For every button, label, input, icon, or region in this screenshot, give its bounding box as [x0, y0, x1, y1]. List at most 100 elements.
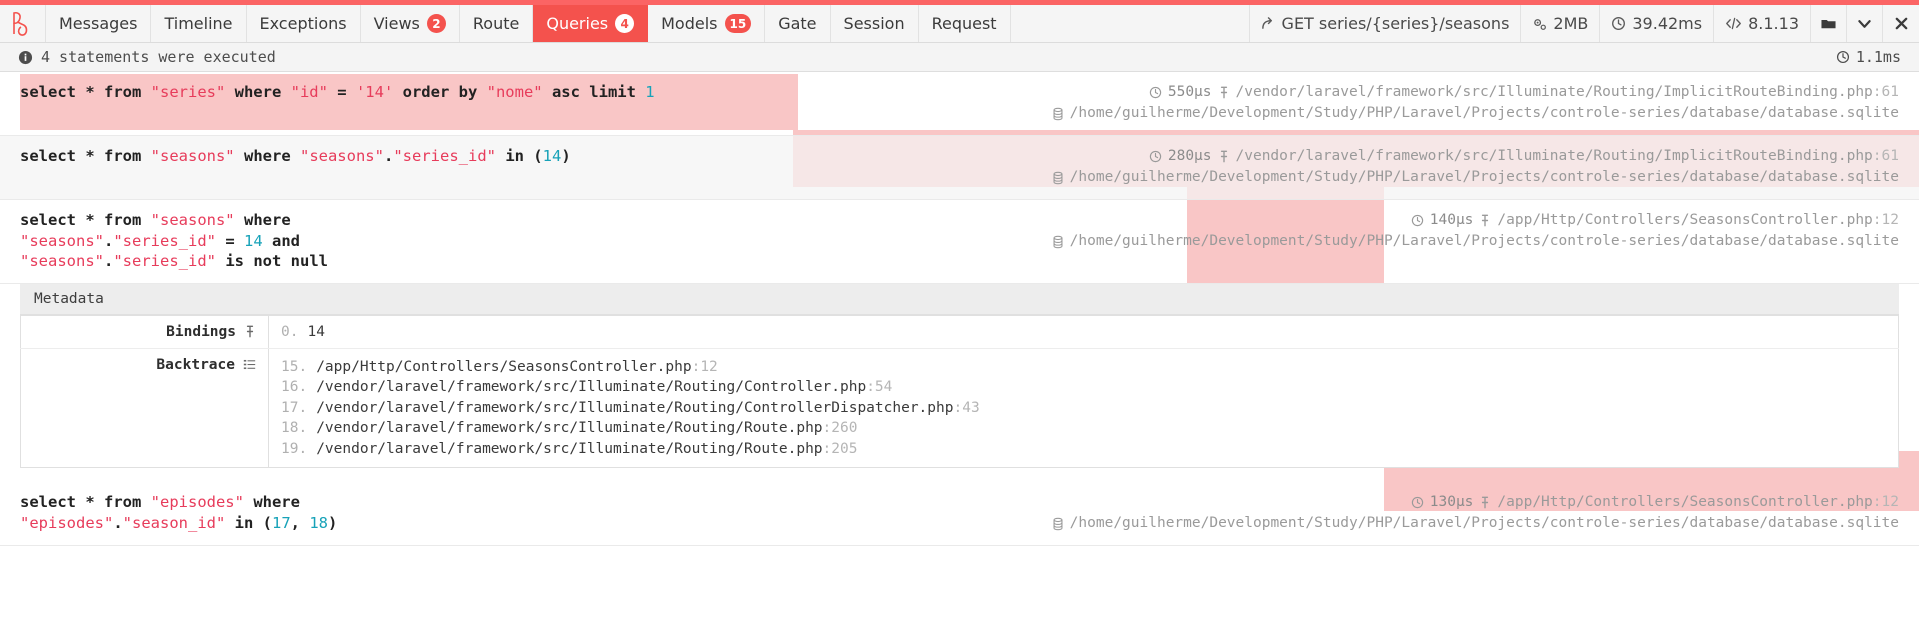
query-row-3[interactable]: select * from "seasons" where "seasons".… [0, 200, 1919, 284]
sql-token-kw: is not null [216, 252, 328, 270]
query-source-lineno: :12 [1872, 212, 1899, 228]
query-source-lineno: :61 [1872, 84, 1899, 100]
query-row-2[interactable]: select * from "seasons" where "seasons".… [0, 136, 1919, 200]
memory-label: 2MB [1553, 14, 1589, 33]
bindings-label: Bindings [166, 323, 236, 340]
close-icon[interactable] [1883, 5, 1919, 42]
sql-token-ident: "series" [150, 83, 226, 101]
backtrace-item[interactable]: 18. /vendor/laravel/framework/src/Illumin… [281, 418, 1886, 439]
sql-token-kw: ) [561, 147, 571, 165]
query-sql: select * from "seasons" where "seasons".… [20, 146, 571, 188]
sql-token-kw: in ( [225, 513, 272, 532]
route-label: GET series/{series}/seasons [1281, 14, 1510, 33]
sql-token-kw: select * from [20, 211, 151, 229]
sql-token-kw: where [253, 493, 300, 511]
sql-token-kw: select * from [20, 493, 151, 511]
query-source-path: /vendor/laravel/framework/src/Illuminate… [1235, 84, 1899, 100]
query-duration: 130µs [1429, 494, 1474, 510]
backtrace-path: /vendor/laravel/framework/src/Illuminate… [316, 399, 980, 416]
query-row-4[interactable]: select * from "episodes" where "episodes… [0, 482, 1919, 546]
tab-route[interactable]: Route [460, 5, 534, 42]
query-connection-path: /home/guilherme/Development/Study/PHP/La… [1069, 233, 1899, 249]
tab-session[interactable]: Session [831, 5, 919, 42]
binding-value: 14 [307, 323, 325, 340]
sql-token-kw: where [234, 147, 300, 165]
backtrace-item[interactable]: 16. /vendor/laravel/framework/src/Illumin… [281, 377, 1886, 398]
binding-item: 0. 14 [281, 324, 1886, 340]
query-source-path: /vendor/laravel/framework/src/Illuminate… [1235, 148, 1899, 164]
backtrace-lineno: :260 [822, 420, 858, 436]
sql-token-num: 1 [645, 83, 655, 101]
backtrace-item[interactable]: 19. /vendor/laravel/framework/src/Illumin… [281, 439, 1886, 460]
bindings-header: Bindings [20, 315, 269, 349]
sql-token-ident: "seasons" [150, 211, 235, 229]
sql-token-kw: asc limit [542, 83, 646, 101]
backtrace-path: /vendor/laravel/framework/src/Illuminate… [316, 379, 893, 395]
tab-request[interactable]: Request [919, 5, 1011, 42]
sql-token-kw: , [290, 513, 310, 532]
tab-label: Request [931, 14, 997, 33]
sql-token-punc: . [113, 513, 123, 532]
backtrace-lineno: :12 [691, 358, 718, 375]
pin-icon [1479, 214, 1491, 227]
sql-token-ident: "series_id" [113, 252, 216, 270]
query-connection-line[interactable]: /home/guilherme/Development/Study/PHP/La… [1052, 167, 1899, 188]
query-sql: select * from "episodes" where "episodes… [20, 492, 337, 534]
backtrace-lineno: :205 [822, 440, 858, 457]
sql-token-kw: order by [393, 83, 487, 101]
sql-token-ident: "seasons" [150, 147, 235, 165]
backtrace-label: Backtrace [156, 356, 235, 373]
backtrace-index: 16. [281, 379, 308, 395]
tab-views[interactable]: Views 2 [361, 5, 460, 42]
backtrace-index: 19. [281, 440, 308, 457]
backtrace-item[interactable]: 15. /app/Http/Controllers/SeasonsControll… [281, 357, 1886, 378]
query-row-1[interactable]: select * from "series" where "id" = '14'… [0, 72, 1919, 136]
query-connection-path: /home/guilherme/Development/Study/PHP/La… [1069, 169, 1899, 185]
pin-icon [244, 325, 256, 338]
header-php-version-info[interactable]: 8.1.13 [1714, 5, 1811, 42]
sql-token-kw: in ( [495, 147, 543, 165]
query-source-line[interactable]: 140µs/app/Http/Controllers/SeasonsContro… [1052, 210, 1899, 231]
header-memory-info[interactable]: 2MB [1521, 5, 1601, 42]
sql-token-punc: . [104, 231, 114, 250]
query-source-line[interactable]: 280µs/vendor/laravel/framework/src/Illum… [1052, 146, 1899, 167]
tab-models[interactable]: Models 15 [648, 5, 766, 42]
header-time-info[interactable]: 39.42ms [1600, 5, 1715, 42]
query-source-line[interactable]: 130µs/app/Http/Controllers/SeasonsContro… [1052, 492, 1899, 513]
sql-token-kw: ) [328, 513, 338, 532]
sql-token-ident: "seasons" [20, 231, 104, 250]
query-meta: 140µs/app/Http/Controllers/SeasonsContro… [1038, 210, 1899, 272]
tab-queries[interactable]: Queries 4 [533, 5, 649, 42]
status-message: 4 statements were executed [41, 48, 276, 66]
tab-timeline[interactable]: Timeline [151, 5, 247, 42]
header-route-info[interactable]: GET series/{series}/seasons [1250, 5, 1522, 42]
folder-icon[interactable] [1811, 5, 1847, 42]
status-total-time: 1.1ms [1855, 48, 1901, 66]
sql-token-num: 14 [542, 147, 562, 165]
tab-label: Session [843, 14, 905, 33]
clock-icon [1411, 496, 1424, 509]
tab-queries-badge: 4 [615, 14, 635, 33]
metadata-table: Metadata Bindings 0. 14 Backtrace 15./app/Htt… [20, 283, 1899, 468]
query-connection-path: /home/guilherme/Development/Study/PHP/La… [1069, 105, 1899, 121]
query-connection-line[interactable]: /home/guilherme/Development/Study/PHP/La… [1052, 103, 1899, 124]
query-source-line[interactable]: 550µs/vendor/laravel/framework/src/Illum… [1052, 82, 1899, 103]
query-connection-line[interactable]: /home/guilherme/Development/Study/PHP/La… [1052, 231, 1899, 252]
query-source-lineno: :12 [1872, 494, 1899, 510]
laravel-logo[interactable] [0, 5, 46, 42]
tab-gate[interactable]: Gate [765, 5, 831, 42]
backtrace-path: /app/Http/Controllers/SeasonsController.… [316, 358, 718, 375]
tab-exceptions[interactable]: Exceptions [247, 5, 361, 42]
query-meta: 280µs/vendor/laravel/framework/src/Illum… [1038, 146, 1899, 188]
query-connection-line[interactable]: /home/guilherme/Development/Study/PHP/La… [1052, 513, 1899, 534]
query-sql: select * from "series" where "id" = '14'… [20, 82, 655, 124]
backtrace-item[interactable]: 17. /vendor/laravel/framework/src/Illumin… [281, 398, 1886, 419]
query-meta: 550µs/vendor/laravel/framework/src/Illum… [1038, 82, 1899, 124]
sql-token-ident: "seasons" [299, 147, 384, 165]
database-icon [1052, 171, 1064, 185]
tab-models-badge: 15 [724, 14, 752, 33]
chevron-down-icon[interactable] [1847, 5, 1883, 42]
sql-token-kw: select * from [20, 147, 151, 165]
tab-messages[interactable]: Messages [46, 5, 152, 42]
metadata-caption: Metadata [20, 283, 1899, 315]
